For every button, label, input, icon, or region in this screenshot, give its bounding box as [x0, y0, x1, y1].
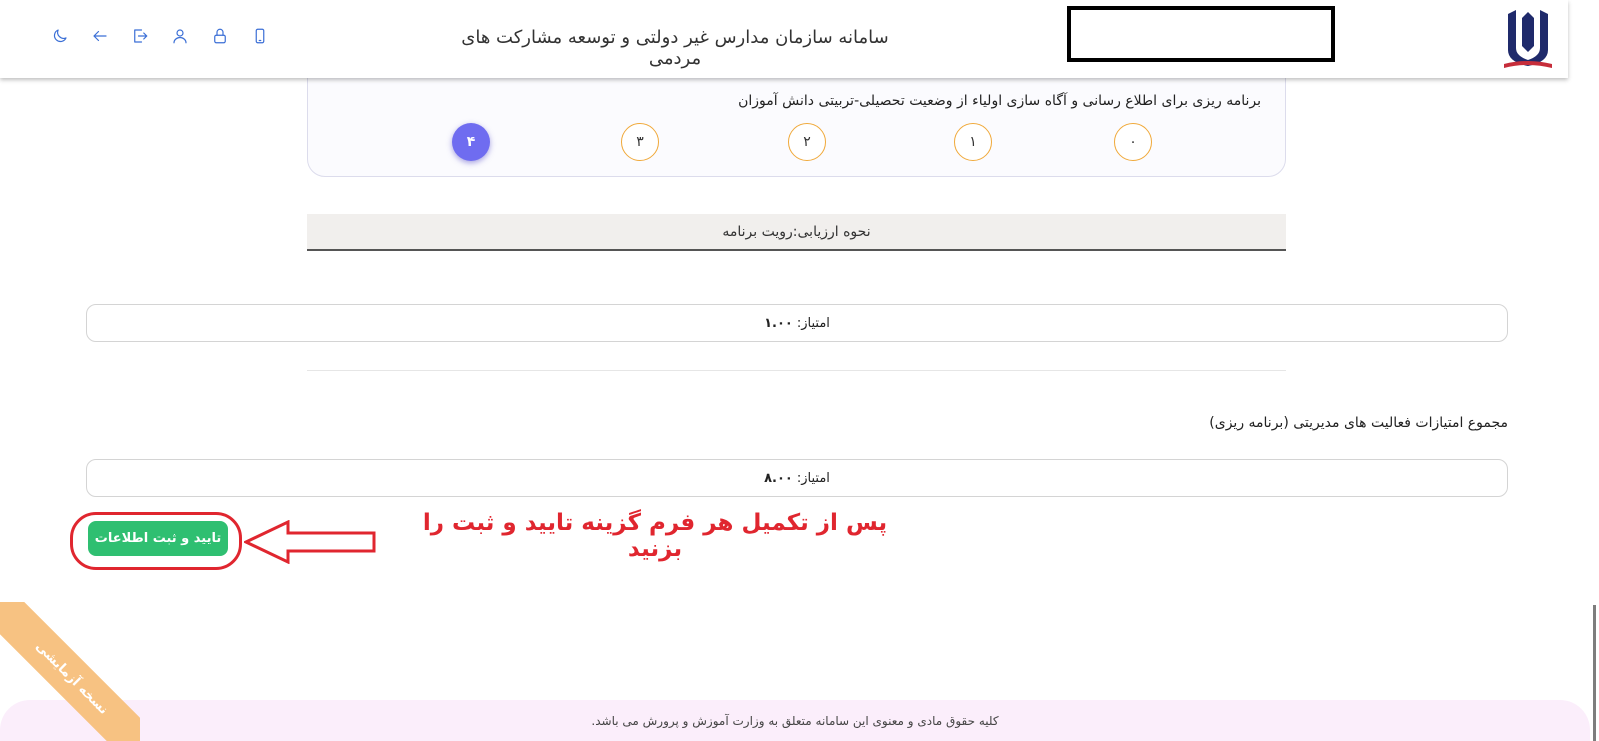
question-text: برنامه ریزی برای اطلاع رسانی و آگاه سازی… — [738, 93, 1261, 109]
item-score-label: امتیاز: — [796, 315, 830, 331]
moon-icon[interactable] — [50, 26, 70, 46]
user-icon[interactable] — [170, 26, 190, 46]
total-score-value: ۸.۰۰ — [764, 470, 793, 486]
score-option-1[interactable]: ۱ — [954, 123, 992, 161]
ribbon-label: نسخه آزمایشی — [0, 602, 140, 741]
pointer-arrow-icon — [244, 520, 376, 564]
footer: کلیه حقوق مادی و معنوی این سامانه متعلق … — [0, 700, 1590, 741]
score-option-4[interactable]: ۴ — [452, 123, 490, 161]
footer-copyright: کلیه حقوق مادی و معنوی این سامانه متعلق … — [591, 713, 999, 728]
app-title: سامانه سازمان مدارس غیر دولتی و توسعه مش… — [461, 27, 889, 69]
lock-icon[interactable] — [210, 26, 230, 46]
instruction-annotation: پس از تکمیل هر فرم گزینه تایید و ثبت را … — [422, 510, 888, 562]
item-score-box: امتیاز: ۱.۰۰ — [86, 304, 1508, 342]
scrollbar-thumb[interactable] — [1593, 605, 1596, 741]
item-score-value: ۱.۰۰ — [764, 315, 793, 331]
mobile-icon[interactable] — [250, 26, 270, 46]
section-divider — [307, 370, 1286, 371]
score-option-0[interactable]: ۰ — [1114, 123, 1152, 161]
total-score-title: مجموع امتیازات فعالیت های مدیریتی (برنام… — [1209, 415, 1508, 431]
test-version-ribbon: نسخه آزمایشی — [0, 602, 140, 741]
app-header: سامانه سازمان مدارس غیر دولتی و توسعه مش… — [0, 0, 1568, 78]
confirm-submit-button[interactable]: تایید و ثبت اطلاعات — [88, 521, 228, 556]
evaluation-method-bar: نحوه ارزیابی:رویت برنامه — [307, 214, 1286, 251]
back-arrow-icon[interactable] — [90, 26, 110, 46]
redacted-box — [1067, 6, 1335, 62]
total-score-box: امتیاز: ۸.۰۰ — [86, 459, 1508, 497]
total-score-label: امتیاز: — [796, 470, 830, 486]
header-toolbar — [50, 26, 270, 46]
score-option-2[interactable]: ۲ — [788, 123, 826, 161]
logout-icon[interactable] — [130, 26, 150, 46]
ministry-logo — [1504, 10, 1552, 68]
score-option-3[interactable]: ۳ — [621, 123, 659, 161]
